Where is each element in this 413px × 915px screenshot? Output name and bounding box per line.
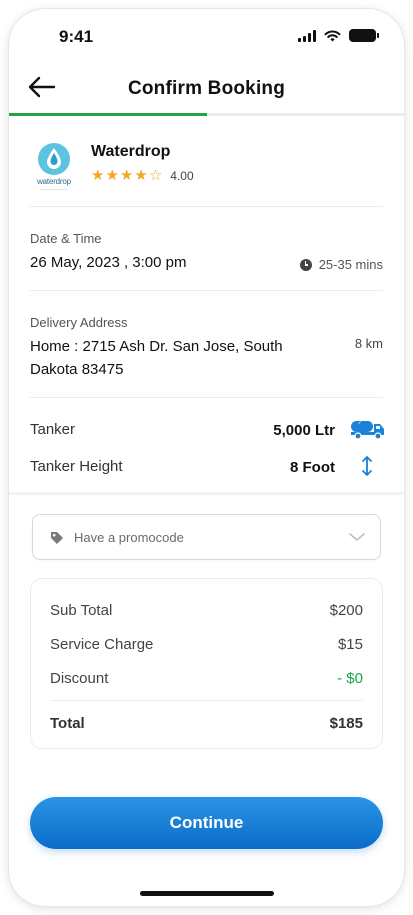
divider [30,206,383,207]
signal-icon [298,29,316,42]
wifi-icon [324,29,341,41]
total-value: $185 [329,715,363,732]
header: Confirm Booking [9,65,404,115]
booking-progress-bar [9,113,404,116]
summary-value: $15 [337,636,363,653]
status-bar: 9:41 [9,9,404,65]
tanker-height-value: 8 Foot [290,459,335,476]
logo-tagline: ——————— [40,186,68,191]
status-icons [298,29,379,42]
tanker-label: Tanker [30,421,76,438]
logo-wordmark: waterdrop [37,177,71,186]
vendor-info: waterdrop ——————— Waterdrop ★ ★ ★ ★ ☆ 4.… [30,137,383,197]
rating-value: 4.00 [170,168,194,183]
datetime-label: Date & Time [30,231,102,246]
battery-icon [349,29,379,42]
summary-row-total: Total $185 [50,715,363,732]
price-summary-card: Sub Total $200 Service Charge $15 Discou… [30,578,383,749]
star-icon: ★ [134,167,148,184]
delivery-distance: 8 km [354,336,383,351]
datetime-value: 26 May, 2023 , 3:00 pm [30,254,187,271]
discount-value: - $0 [337,670,363,687]
tag-icon [51,532,63,544]
summary-value: $200 [329,602,363,619]
star-icon: ★ [105,167,119,184]
summary-label: Service Charge [50,636,154,653]
promocode-placeholder: Have a promocode [74,530,184,545]
star-icon: ★ [119,167,134,184]
delivery-address-label: Delivery Address [30,315,128,330]
summary-row-discount: Discount - $0 [50,670,363,687]
status-time: 9:41 [59,27,94,46]
divider [30,290,383,291]
delivery-address: Home : 2715 Ash Dr. San Jose, South Dako… [30,338,283,378]
summary-row-subtotal: Sub Total $200 [50,602,363,619]
chevron-down-icon [349,533,365,541]
star-outline-icon: ☆ [148,167,163,184]
home-indicator [140,891,274,896]
tanker-height-label: Tanker Height [30,458,123,475]
eta-value: 25-35 mins [318,257,383,272]
promocode-dropdown[interactable]: Have a promocode [32,514,381,560]
vendor-logo: waterdrop ——————— [30,140,78,192]
clock-icon [299,258,312,271]
eta: 25-35 mins [299,257,383,272]
booking-progress-fill [9,113,207,116]
tanker-value: 5,000 Ltr [273,422,335,439]
height-arrows-icon [362,456,372,476]
vendor-name: Waterdrop [91,143,171,160]
divider [30,397,383,398]
summary-label: Discount [50,670,109,687]
continue-button[interactable]: Continue [30,797,383,849]
divider [50,700,363,701]
star-icon: ★ [91,167,105,184]
summary-label: Sub Total [50,602,113,619]
summary-row-service-charge: Service Charge $15 [50,636,363,653]
truck-icon [351,421,384,440]
phone-screen: 9:41 Confirm Booking waterdrop ——————— W… [9,9,404,906]
page-title: Confirm Booking [127,78,286,99]
total-label: Total [50,715,85,732]
vendor-rating: ★ ★ ★ ★ ☆ 4.00 [91,168,194,183]
section-separator [9,492,404,495]
